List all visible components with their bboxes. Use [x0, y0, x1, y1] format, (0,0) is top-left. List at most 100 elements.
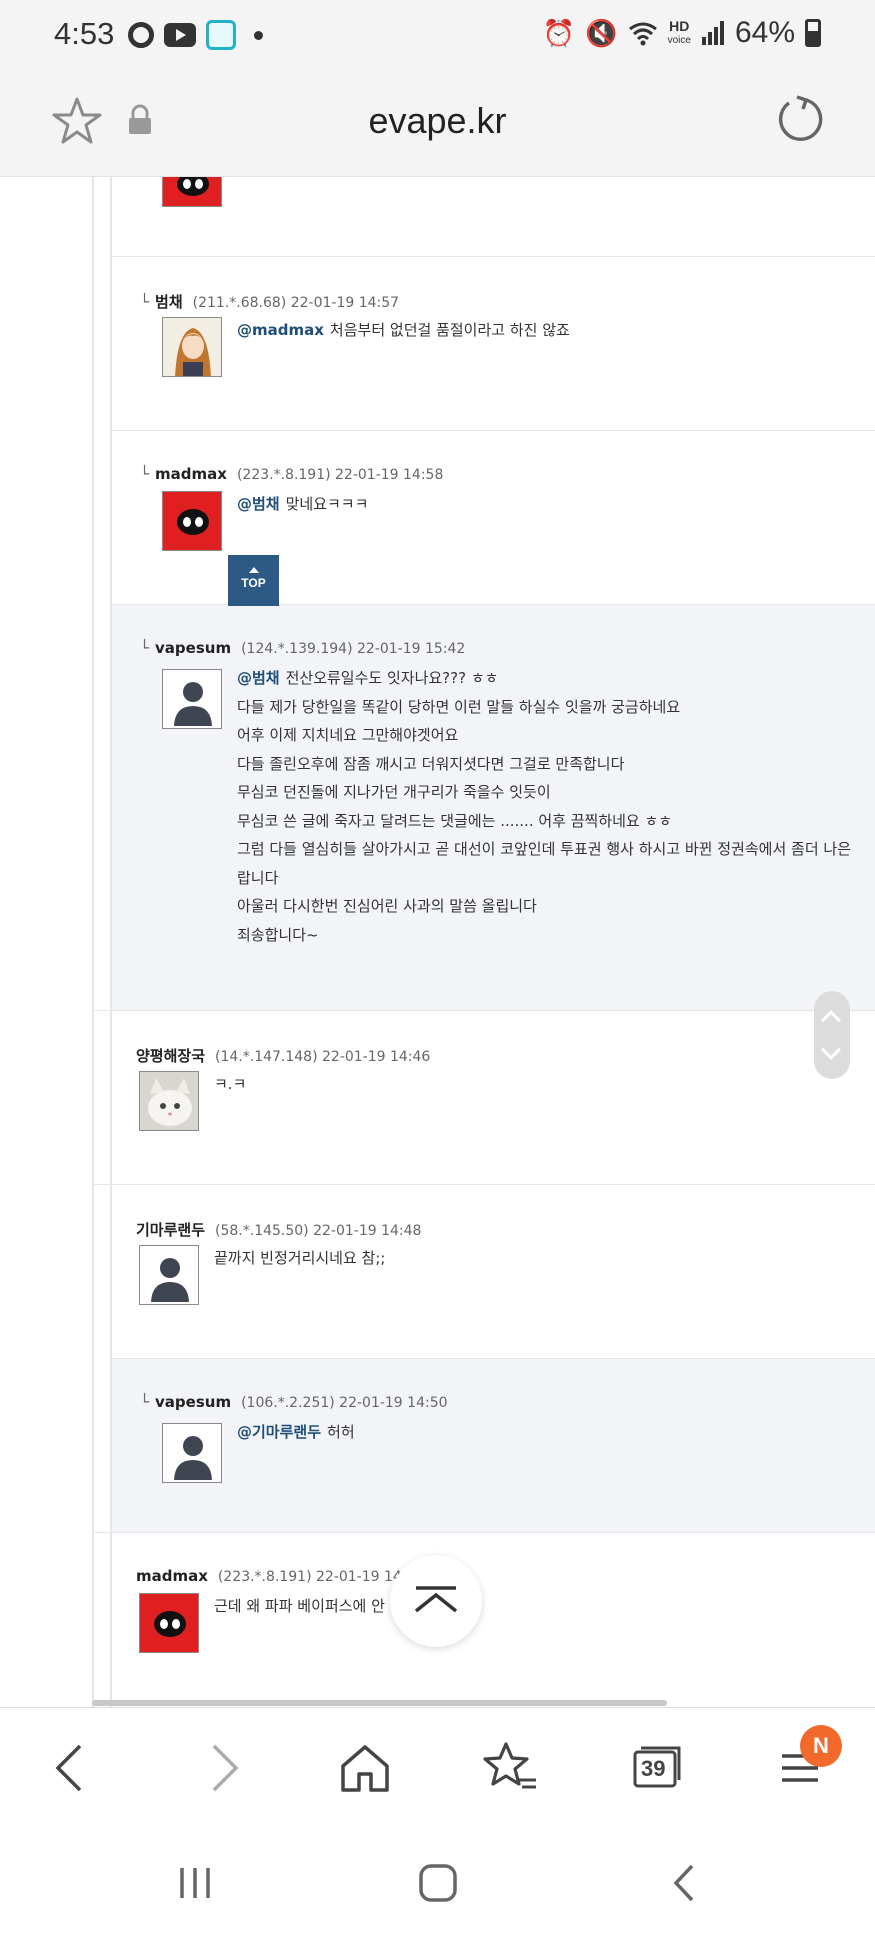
mention-link[interactable]: @기마루랜두 [237, 1423, 321, 1441]
scroll-to-top-button[interactable] [390, 1555, 482, 1647]
notification-badge: N [800, 1725, 842, 1767]
tabs-icon[interactable]: 39 [625, 1738, 685, 1798]
reload-icon[interactable] [775, 94, 825, 144]
top-button[interactable]: TOP [228, 555, 279, 606]
comment-text: @madmax 처음부터 없던걸 품절이라고 하진 않죠 [237, 316, 570, 345]
chevron-up-icon [414, 1586, 458, 1613]
mention-link[interactable]: @madmax [237, 321, 324, 339]
home-icon[interactable] [335, 1738, 395, 1798]
avatar [162, 177, 222, 207]
reply-marker: └ [140, 293, 150, 311]
star-list-icon[interactable] [480, 1738, 540, 1798]
comment-item: └ 범채 (211.*.68.68) 22-01-19 14:57 @madma… [112, 256, 875, 430]
comment-item: └ vapesum (124.*.139.194) 22-01-19 15:42… [112, 604, 875, 1010]
comment-line: 아울러 다시한번 진심어린 사과의 말씀 올립니다 [237, 897, 537, 915]
page-scroll-control[interactable] [814, 991, 850, 1079]
comment-line: 허허 [327, 1423, 355, 1441]
comment-author[interactable]: 기마루랜두 [136, 1219, 205, 1240]
youtube-icon [164, 23, 196, 47]
avatar[interactable] [162, 491, 222, 551]
avatar[interactable] [139, 1071, 199, 1131]
comment-header: madmax (223.*.8.191) 22-01-19 14:50 [136, 1567, 424, 1585]
comment-header: 기마루랜두 (58.*.145.50) 22-01-19 14:48 [136, 1219, 421, 1240]
avatar[interactable] [162, 669, 222, 729]
comment-item: └ madmax (223.*.8.191) 22-01-19 14:58 @범… [112, 430, 875, 604]
comment-text: ㅋ.ㅋ [214, 1070, 246, 1099]
status-time: 4:53 [54, 16, 115, 51]
comment-header: 양평해장국 (14.*.147.148) 22-01-19 14:46 [136, 1045, 430, 1066]
avatar[interactable] [139, 1245, 199, 1305]
comment-meta: (106.*.2.251) 22-01-19 14:50 [241, 1395, 448, 1411]
comment-line: 처음부터 없던걸 품절이라고 하진 않죠 [329, 321, 570, 339]
back-icon[interactable] [660, 1858, 710, 1908]
horizontal-scrollbar[interactable] [92, 1700, 667, 1706]
comment-text: @기마루랜두 허허 [237, 1418, 355, 1447]
mention-link[interactable]: @범채 [237, 495, 280, 513]
comment-text: @범채 맞네요ㅋㅋㅋ [237, 490, 368, 519]
comment-line: 전산오류일수도 잇자나요??? ㅎㅎ [285, 669, 499, 687]
reply-marker: └ [140, 639, 150, 657]
comment-meta: (124.*.139.194) 22-01-19 15:42 [241, 641, 466, 657]
alarm-icon: ⏰ [542, 17, 576, 48]
comment-item: 기마루랜두 (58.*.145.50) 22-01-19 14:48 끝까지 빈… [94, 1184, 875, 1358]
comment-author[interactable]: madmax [136, 1567, 208, 1585]
battery-percent: 64% [734, 16, 795, 49]
browser-bottom-nav: 39 N [0, 1707, 875, 1822]
comment-line: 죄송합니다~ [237, 925, 319, 944]
chevron-down-icon[interactable] [821, 1040, 841, 1060]
comment-meta: (14.*.147.148) 22-01-19 14:46 [215, 1049, 431, 1065]
thread-line [92, 177, 94, 1707]
comment-line: 무심코 쓴 글에 죽자고 달려드는 댓글에는 ....... 어후 끔찍하네요 … [237, 811, 673, 830]
comment-line: 무심코 던진돌에 지나가던 개구리가 죽을수 잇듯이 [237, 783, 551, 801]
comment-author[interactable]: madmax [155, 465, 227, 483]
comment-author[interactable]: vapesum [155, 1393, 231, 1411]
chevron-up-icon[interactable] [821, 1010, 841, 1030]
comment-text: 끝까지 빈정거리시네요 참;; [214, 1244, 385, 1273]
comment-author[interactable]: vapesum [155, 639, 231, 657]
wifi-icon [628, 22, 657, 46]
signal-icon [701, 21, 724, 45]
comment-item: madmax (223.*.8.191) 22-01-19 14:50 근데 왜… [94, 1532, 875, 1706]
comment-line: 랍니다 [237, 868, 279, 887]
avatar[interactable] [162, 317, 222, 377]
comment-line: 근데 왜 파파 베이퍼스에 안 [214, 1597, 385, 1615]
home-square-icon[interactable] [413, 1858, 463, 1908]
comment-item: └ vapesum (106.*.2.251) 22-01-19 14:50 @… [112, 1358, 875, 1532]
comment-meta: (223.*.8.191) 22-01-19 14:58 [236, 467, 444, 483]
comment-author[interactable]: 양평해장국 [136, 1045, 205, 1066]
q-app-icon [128, 22, 154, 48]
comment-header: └ vapesum (106.*.2.251) 22-01-19 14:50 [140, 1393, 448, 1411]
comment-header: └ 범채 (211.*.68.68) 22-01-19 14:57 [140, 291, 399, 312]
comment-line: 끝까지 빈정거리시네요 참;; [214, 1249, 386, 1267]
voice-label: voice [667, 34, 691, 46]
comment-item-prev [112, 177, 875, 256]
comment-line: ㅋ.ㅋ [214, 1075, 247, 1093]
hd-voice-icon: HD voice [667, 19, 691, 47]
comment-item: 양평해장국 (14.*.147.148) 22-01-19 14:46 ㅋ.ㅋ [94, 1010, 875, 1184]
comment-header: └ madmax (223.*.8.191) 22-01-19 14:58 [140, 465, 443, 483]
comment-author[interactable]: 범채 [155, 291, 183, 312]
tabs-count: 39 [641, 1756, 666, 1781]
avatar[interactable] [162, 1423, 222, 1483]
comment-meta: (211.*.68.68) 22-01-19 14:57 [192, 295, 400, 311]
chevron-left-icon[interactable] [42, 1738, 102, 1798]
comment-text: 근데 왜 파파 베이퍼스에 안 [214, 1592, 385, 1621]
comment-line: 어후 이제 지치네요 그만해야겟어요 [237, 726, 459, 744]
comment-meta: (58.*.145.50) 22-01-19 14:48 [215, 1223, 422, 1239]
battery-icon [805, 19, 821, 47]
app-notification-icon [206, 20, 236, 50]
mention-link[interactable]: @범채 [237, 669, 280, 687]
reply-marker: └ [140, 1393, 150, 1411]
chevron-right-icon[interactable] [192, 1738, 252, 1798]
recent-apps-icon[interactable] [170, 1858, 220, 1908]
avatar[interactable] [139, 1593, 199, 1653]
url-text[interactable]: evape.kr [0, 100, 875, 142]
comment-line: 맞네요ㅋㅋㅋ [285, 495, 369, 513]
comment-line: 그럼 다들 열심히들 살아가시고 곧 대선이 코앞인데 투표권 행사 하시고 바… [237, 840, 851, 858]
comment-line: 다들 제가 당한일을 똑같이 당하면 이런 말들 하실수 잇을까 궁금하네요 [237, 697, 681, 716]
status-bar: 4:53 ⏰ 🔇 HD voice 64% [0, 0, 875, 72]
comment-section: └ 범채 (211.*.68.68) 22-01-19 14:57 @madma… [0, 177, 875, 1707]
system-status-icons: ⏰ 🔇 HD voice 64% [543, 16, 821, 50]
browser-url-bar: evape.kr [0, 72, 875, 177]
reply-marker: └ [140, 465, 150, 483]
